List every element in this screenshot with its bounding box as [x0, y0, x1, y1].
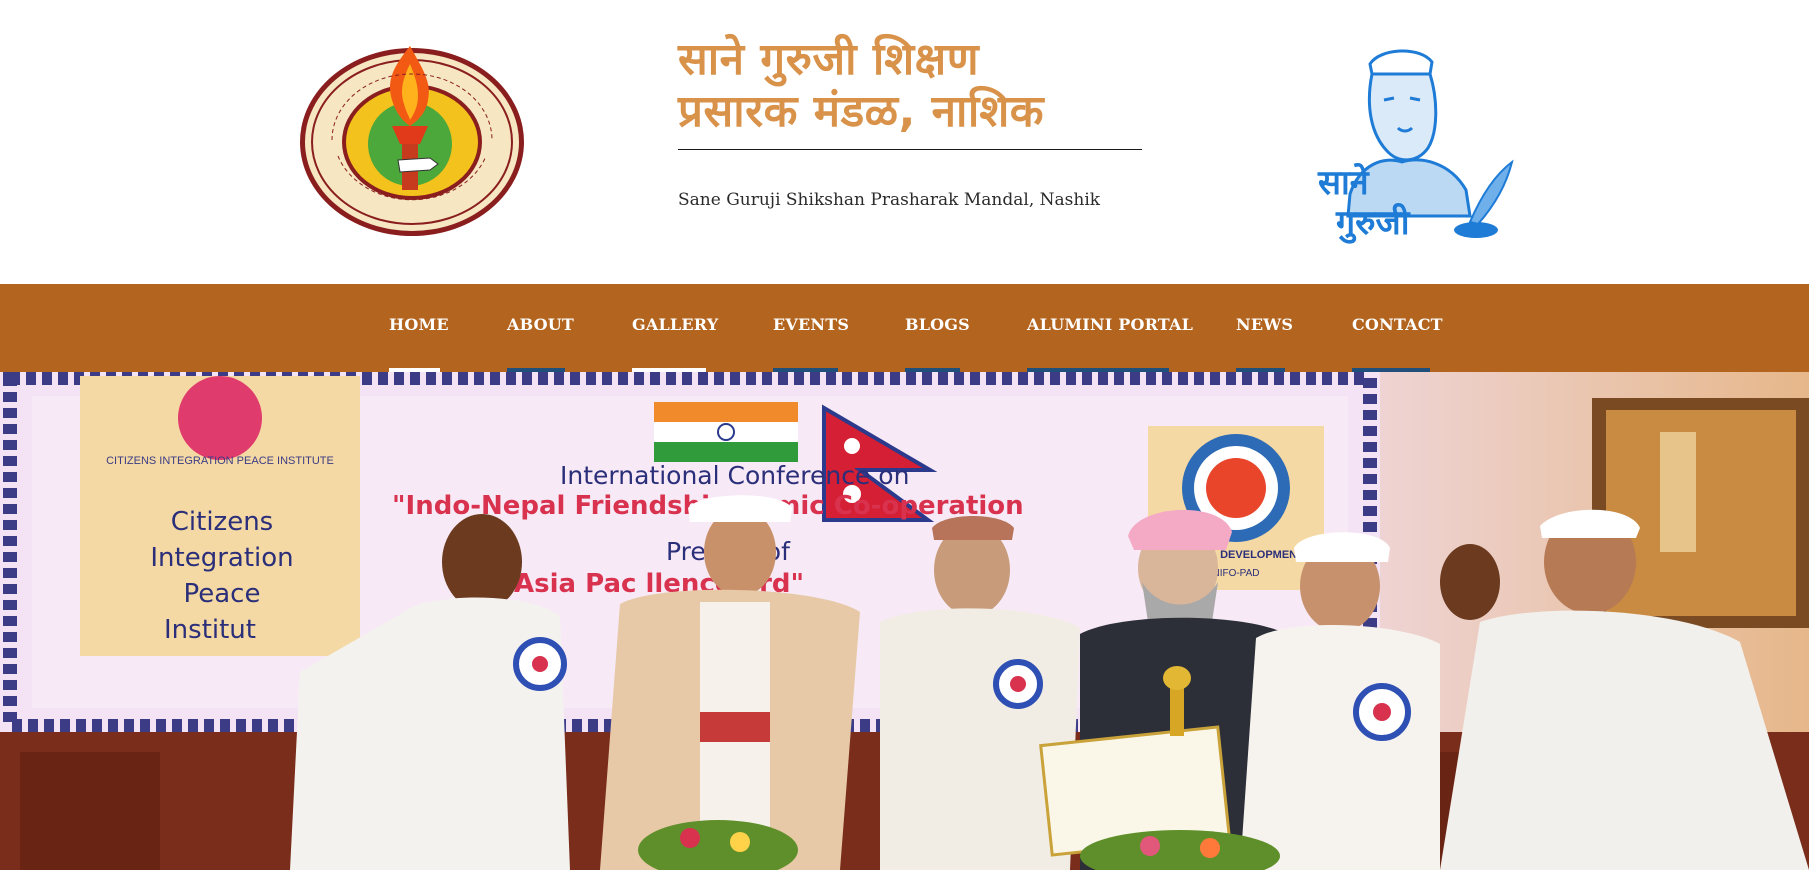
banner-right-sub: NIFO-PAD [1212, 568, 1259, 579]
nav-events-label: EVENTS [773, 315, 850, 334]
india-flag-icon [654, 402, 798, 462]
site-header: साने गुरुजी शिक्षण प्रसारक मंडळ, नाशिक S… [0, 0, 1809, 284]
nav-gallery[interactable]: GALLERY [632, 284, 718, 372]
nav-news-label: NEWS [1236, 315, 1294, 334]
portrait-caption-line2: गुरुजी [1335, 202, 1411, 244]
banner-left-ring-text: CITIZENS INTEGRATION PEACE INSTITUTE [106, 455, 334, 467]
nav-about[interactable]: ABOUT [507, 284, 574, 372]
site-title-marathi-line1[interactable]: साने गुरुजी शिक्षण [678, 34, 1142, 86]
nav-about-label: ABOUT [507, 315, 575, 334]
banner-left-line3: Peace [184, 579, 261, 609]
nav-home-label: HOME [389, 315, 449, 334]
sane-guruji-portrait-icon[interactable]: साने गुरुजी [1310, 44, 1516, 244]
banner-left-line4: Institut [164, 615, 256, 645]
site-title-block: साने गुरुजी शिक्षण प्रसारक मंडळ, नाशिक S… [678, 34, 1142, 210]
nav-blogs-label: BLOGS [905, 315, 970, 334]
nav-gallery-label: GALLERY [632, 315, 719, 334]
torch-emblem-icon[interactable] [298, 40, 526, 238]
site-title-english: Sane Guruji Shikshan Prasharak Mandal, N… [678, 190, 1101, 210]
main-nav: HOME ABOUT GALLERY EVENTS BLOGS ALUMINI … [0, 284, 1809, 372]
nav-news[interactable]: NEWS [1236, 284, 1293, 372]
award-ceremony-photo: CITIZENS INTEGRATION PEACE INSTITUTE Cit… [0, 372, 1809, 870]
nav-alumini-portal-label: ALUMINI PORTAL [1027, 315, 1194, 334]
title-divider [678, 149, 1142, 150]
portrait-caption-line1: साने [1317, 162, 1370, 203]
banner-left-line2: Integration [150, 543, 293, 573]
nav-contact[interactable]: CONTACT [1352, 284, 1443, 372]
nav-contact-label: CONTACT [1352, 315, 1443, 334]
site-title-marathi-line2[interactable]: प्रसारक मंडळ, नाशिक [678, 86, 1142, 138]
nav-blogs[interactable]: BLOGS [905, 284, 970, 372]
hero-photo[interactable]: CITIZENS INTEGRATION PEACE INSTITUTE Cit… [0, 372, 1809, 870]
nav-home[interactable]: HOME [389, 284, 449, 372]
banner-headline: International Conference on [560, 461, 909, 490]
banner-left-line1: Citizens [171, 507, 273, 537]
nav-alumini-portal[interactable]: ALUMINI PORTAL [1027, 284, 1193, 372]
nav-events[interactable]: EVENTS [773, 284, 849, 372]
